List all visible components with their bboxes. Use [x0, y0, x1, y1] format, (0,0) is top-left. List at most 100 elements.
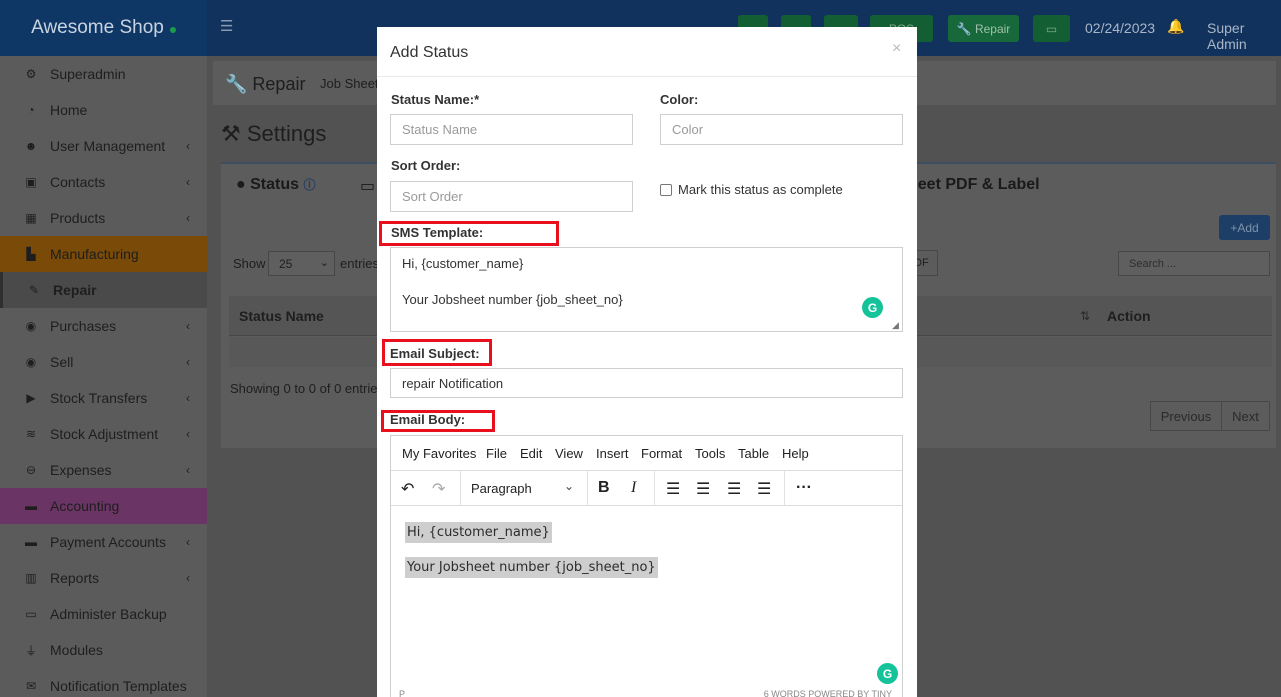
tab-status-label: Status: [250, 176, 300, 193]
entries-per-page-select[interactable]: 25 ⌄: [268, 251, 335, 276]
sidebar-item-purchases[interactable]: ◉ Purchases ‹: [0, 308, 207, 344]
add-button[interactable]: + Add: [1219, 215, 1270, 240]
money-icon[interactable]: ▭: [1033, 15, 1070, 42]
entries-label: entries: [340, 256, 380, 271]
sidebar-item-stock-transfers[interactable]: ▶ Stock Transfers ‹: [0, 380, 207, 416]
align-right-icon[interactable]: ☰: [727, 479, 741, 499]
sidebar-item-user-management[interactable]: ☻ User Management ‹: [0, 128, 207, 164]
pagination-next[interactable]: Next: [1221, 401, 1270, 431]
mark-complete-label[interactable]: Mark this status as complete: [678, 182, 843, 197]
email-subject-input[interactable]: repair Notification: [390, 368, 903, 398]
chart-bar-icon: ▥: [25, 571, 37, 585]
sms-template-textarea[interactable]: Hi, {customer_name} Your Jobsheet number…: [390, 247, 903, 332]
column-action: Action: [1107, 308, 1151, 324]
column-status-name[interactable]: Status Name: [239, 308, 324, 324]
repair-label: Repair: [974, 21, 1011, 36]
menu-edit[interactable]: Edit: [520, 446, 542, 461]
menu-format[interactable]: Format: [641, 446, 682, 461]
sidebar-item-label: Payment Accounts: [50, 534, 166, 550]
chevron-down-icon: ⌄: [319, 257, 329, 269]
tab-jobsheet-pdf-label[interactable]: heet PDF & Label: [908, 176, 1040, 194]
arrow-circle-down-icon: ◉: [25, 319, 37, 333]
toolbar-divider: [654, 471, 655, 505]
sidebar-item-label: Administer Backup: [50, 606, 167, 622]
breadcrumb-job-sheet[interactable]: Job Sheet: [320, 76, 379, 91]
truck-icon: ▶: [26, 391, 36, 405]
minus-circle-icon: ⊖: [25, 463, 37, 477]
sidebar-item-label: Stock Transfers: [50, 390, 148, 406]
desktop-icon[interactable]: ▭: [360, 176, 375, 196]
pagination-previous[interactable]: Previous: [1150, 401, 1222, 431]
status-name-label: Status Name:*: [391, 92, 480, 107]
breadcrumb-repair[interactable]: 🔧 Repair: [225, 74, 305, 95]
sidebar-item-administer-backup[interactable]: ▭ Administer Backup: [0, 596, 207, 632]
users-cog-icon: ⚙: [25, 67, 37, 81]
element-path[interactable]: P: [399, 689, 405, 697]
sidebar-item-label: Notification Templates: [50, 678, 187, 694]
grammarly-icon[interactable]: G: [862, 297, 883, 318]
sidebar-item-label: Products: [50, 210, 106, 226]
menu-view[interactable]: View: [555, 446, 583, 461]
color-input[interactable]: Color: [660, 114, 903, 145]
tab-status[interactable]: ● Status ⓘ: [236, 176, 315, 194]
sidebar-item-stock-adjustment[interactable]: ≋ Stock Adjustment ‹: [0, 416, 207, 452]
menu-tools[interactable]: Tools: [695, 446, 725, 461]
entries-per-page-value: 25: [279, 257, 293, 271]
editor-statusbar: P 6 WORDS POWERED BY TINY: [391, 686, 902, 697]
sidebar-item-manufacturing[interactable]: ▙ Manufacturing: [0, 236, 207, 272]
money-bill-icon: ▬: [25, 535, 37, 549]
sidebar-item-reports[interactable]: ▥ Reports ‹: [0, 560, 207, 596]
sms-template-label: SMS Template:: [391, 225, 484, 240]
menu-help[interactable]: Help: [782, 446, 809, 461]
menu-table[interactable]: Table: [738, 446, 769, 461]
toolbar-divider: [587, 471, 588, 505]
sidebar-item-modules[interactable]: ⏚ Modules: [0, 632, 207, 668]
online-dot: [169, 27, 176, 33]
sort-order-input[interactable]: Sort Order: [390, 181, 633, 212]
brand-logo[interactable]: Awesome Shop: [0, 0, 207, 56]
sidebar-item-label: Sell: [50, 354, 74, 370]
table-search-input[interactable]: Search ...: [1118, 251, 1270, 276]
close-icon[interactable]: ×: [892, 40, 901, 58]
resize-handle-icon[interactable]: ◢: [892, 321, 901, 330]
block-format-select[interactable]: Paragraph: [471, 481, 532, 496]
more-icon[interactable]: ···: [796, 479, 812, 497]
repair-button[interactable]: 🔧 Repair: [948, 15, 1019, 42]
chevron-down-icon[interactable]: ⌄: [564, 479, 574, 493]
bell-icon[interactable]: 🔔: [1167, 18, 1184, 35]
mark-complete-checkbox[interactable]: [660, 184, 672, 196]
italic-icon[interactable]: I: [631, 479, 636, 497]
sidebar-item-contacts[interactable]: ▣ Contacts ‹: [0, 164, 207, 200]
align-center-icon[interactable]: ☰: [696, 479, 710, 499]
table-info: Showing 0 to 0 of 0 entries: [230, 381, 384, 396]
sort-icon[interactable]: ⇅: [1080, 309, 1090, 323]
undo-icon[interactable]: ↶: [401, 479, 414, 499]
sidebar-item-expenses[interactable]: ⊖ Expenses ‹: [0, 452, 207, 488]
email-body-label: Email Body:: [390, 412, 466, 427]
sidebar-item-sell[interactable]: ◉ Sell ‹: [0, 344, 207, 380]
sidebar-item-payment-accounts[interactable]: ▬ Payment Accounts ‹: [0, 524, 207, 560]
user-menu[interactable]: Super Admin: [1207, 20, 1281, 52]
sms-line-1: Hi, {customer_name}: [402, 256, 524, 271]
status-name-input[interactable]: Status Name: [390, 114, 633, 145]
bold-icon[interactable]: B: [598, 479, 610, 497]
sidebar-item-accounting[interactable]: ▬ Accounting: [0, 488, 207, 524]
sidebar-item-home[interactable]: ◔ Home: [0, 92, 207, 128]
hamburger-icon[interactable]: ☰: [220, 17, 233, 35]
sidebar-item-label: Accounting: [50, 498, 120, 514]
menu-my-favorites[interactable]: My Favorites: [402, 446, 476, 461]
sidebar-item-repair[interactable]: ✎ Repair: [0, 272, 207, 308]
align-justify-icon[interactable]: ☰: [757, 479, 771, 499]
redo-icon[interactable]: ↷: [432, 479, 445, 499]
sidebar-item-products[interactable]: ▦ Products ‹: [0, 200, 207, 236]
grammarly-icon[interactable]: G: [877, 663, 898, 684]
align-left-icon[interactable]: ☰: [666, 479, 680, 499]
sidebar-item-label: Modules: [50, 642, 103, 658]
menu-file[interactable]: File: [486, 446, 507, 461]
chevron-left-icon: ‹: [186, 427, 190, 441]
sidebar-item-notification-templates[interactable]: ✉ Notification Templates: [0, 668, 207, 697]
sidebar-item-label: Home: [50, 102, 88, 118]
menu-insert[interactable]: Insert: [596, 446, 629, 461]
email-body-editor[interactable]: My Favorites File Edit View Insert Forma…: [390, 435, 903, 697]
sidebar-item-superadmin[interactable]: ⚙ Superadmin: [0, 56, 207, 92]
